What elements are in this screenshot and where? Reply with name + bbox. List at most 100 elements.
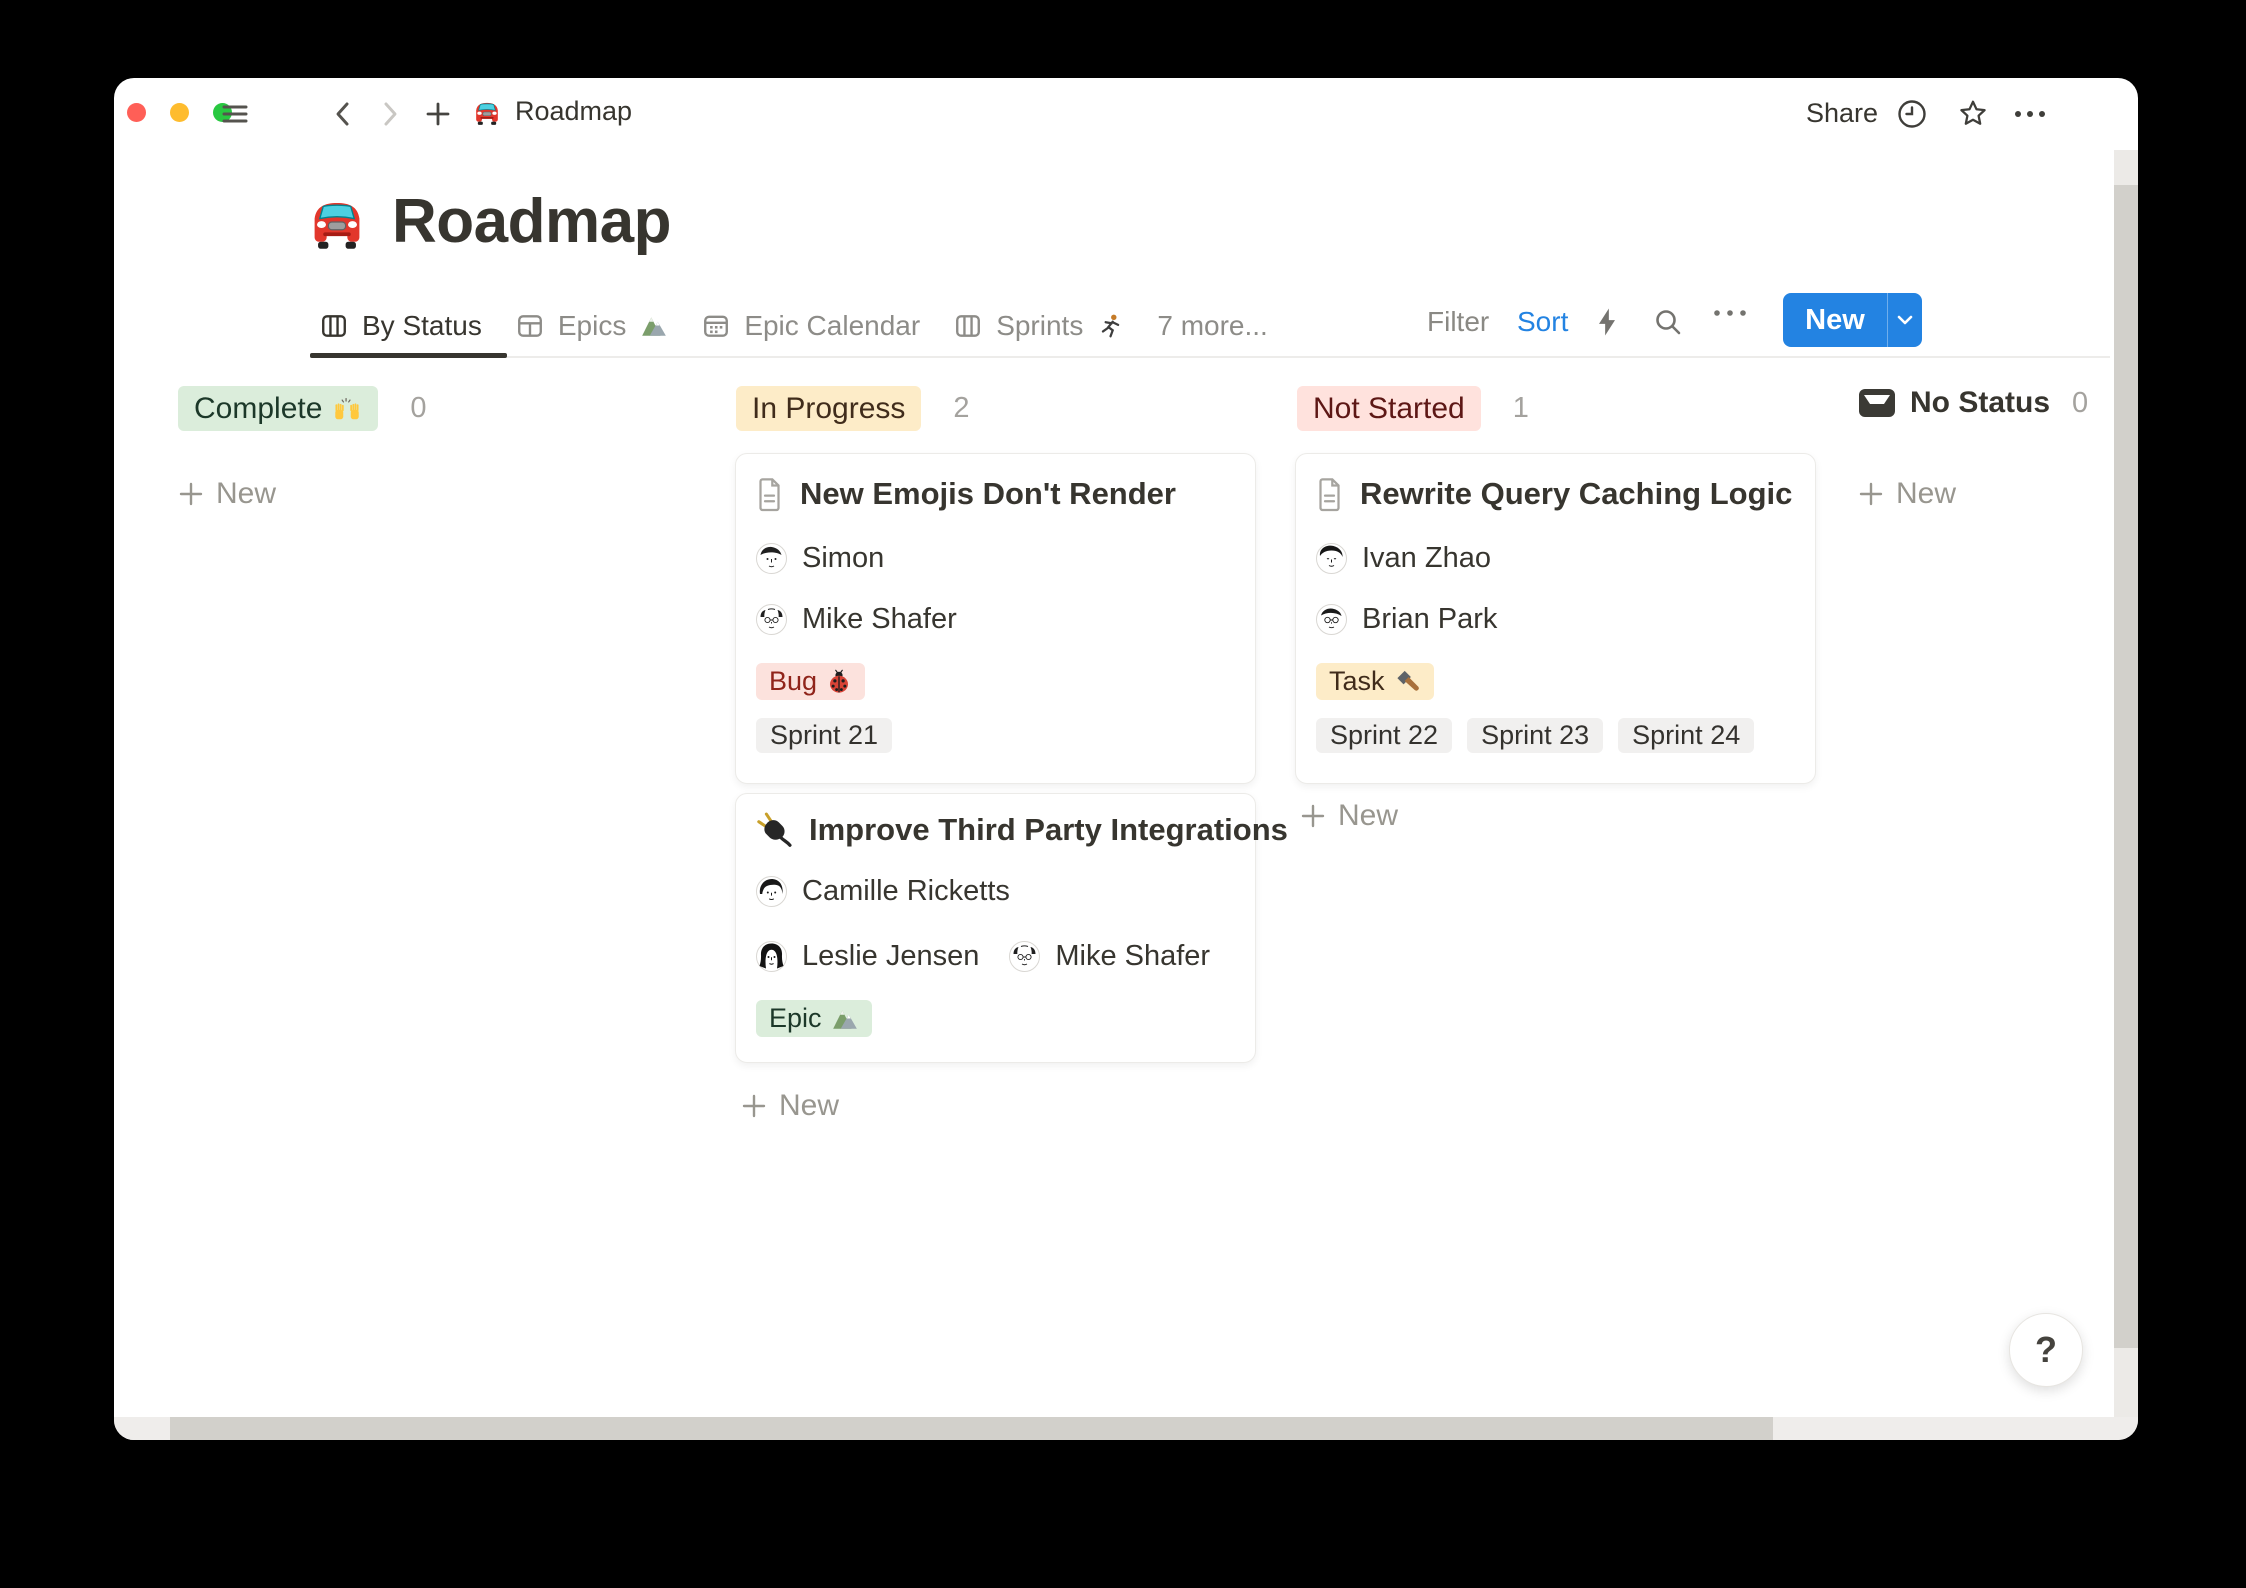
close-window-button[interactable] — [127, 103, 146, 122]
avatar-brian-park — [1316, 604, 1347, 635]
minimize-window-button[interactable] — [170, 103, 189, 122]
updates-button[interactable] — [1896, 98, 1928, 130]
person-row: Camille Ricketts — [756, 875, 1235, 908]
sprint-tag: Sprint 21 — [756, 718, 892, 753]
search-view-button[interactable] — [1652, 306, 1684, 343]
hamburger-icon — [221, 100, 249, 128]
avatar-mike-shafer — [1009, 941, 1040, 972]
breadcrumb[interactable]: Roadmap — [472, 96, 632, 127]
star-icon — [1957, 98, 1989, 130]
column-header-complete: Complete 0 — [178, 386, 427, 431]
tag-row: Task — [1316, 663, 1795, 700]
new-button[interactable]: New — [1783, 293, 1922, 347]
tag-task: Task — [1316, 663, 1434, 700]
mountain-emoji — [831, 1006, 859, 1032]
tab-label: 7 more... — [1157, 310, 1267, 342]
card-title-row: Improve Third Party Integrations — [756, 810, 1235, 850]
forward-button[interactable] — [374, 98, 406, 130]
tab-epics[interactable]: Epics — [516, 310, 668, 342]
card-new-emojis-dont-render[interactable]: New Emojis Don't Render Simon Mike Shafe… — [735, 453, 1256, 784]
page-title[interactable]: Roadmap — [306, 186, 671, 257]
add-card-complete[interactable]: New — [178, 474, 276, 514]
person-name: Mike Shafer — [1055, 940, 1210, 973]
avatar-simon — [756, 543, 787, 574]
person-name: Leslie Jensen — [802, 940, 979, 973]
page-more-button[interactable] — [2014, 98, 2046, 130]
new-dropdown-button[interactable] — [1888, 315, 1922, 325]
person-name: Ivan Zhao — [1362, 542, 1491, 575]
plus-icon — [741, 1093, 767, 1119]
card-rewrite-query-caching-logic[interactable]: Rewrite Query Caching Logic Ivan Zhao Br… — [1295, 453, 1816, 784]
car-emoji — [306, 193, 368, 251]
raised-hands-emoji — [332, 395, 362, 422]
breadcrumb-label: Roadmap — [515, 96, 632, 127]
page-title-text: Roadmap — [392, 186, 671, 257]
add-card-not-started[interactable]: New — [1300, 796, 1398, 836]
tray-icon — [1858, 387, 1896, 419]
card-improve-third-party-integrations[interactable]: Improve Third Party Integrations Camille… — [735, 793, 1256, 1063]
help-button[interactable]: ? — [2009, 1313, 2083, 1387]
status-badge[interactable]: Complete — [178, 386, 378, 431]
horizontal-scrollbar-thumb[interactable] — [170, 1417, 1773, 1440]
favorite-button[interactable] — [1957, 98, 1989, 130]
tag-epic: Epic — [756, 1000, 872, 1037]
lightning-icon — [1592, 306, 1622, 338]
automations-button[interactable] — [1592, 306, 1622, 343]
status-label: In Progress — [752, 392, 905, 426]
person-name: Simon — [802, 542, 884, 575]
tab-by-status[interactable]: By Status — [320, 310, 482, 342]
sidebar-menu-button[interactable] — [219, 98, 251, 130]
tag-label: Epic — [769, 1003, 822, 1034]
doc-icon — [1316, 477, 1343, 512]
status-label: No Status — [1910, 386, 2050, 420]
share-button[interactable]: Share — [1806, 98, 1878, 129]
back-button[interactable] — [327, 98, 359, 130]
card-title-row: Rewrite Query Caching Logic — [1316, 474, 1795, 514]
new-button-label: New — [1783, 304, 1887, 337]
view-options-button[interactable] — [1710, 306, 1750, 324]
new-page-button[interactable] — [422, 98, 454, 130]
table-icon — [516, 312, 544, 340]
chevron-left-icon — [330, 100, 356, 128]
sprint-tag: Sprint 24 — [1618, 718, 1754, 753]
tab-sprints[interactable]: Sprints — [954, 310, 1123, 342]
tab-epic-calendar[interactable]: Epic Calendar — [702, 310, 920, 342]
status-label: Not Started — [1313, 392, 1465, 426]
plus-icon — [1300, 803, 1326, 829]
column-count: 0 — [2072, 387, 2088, 420]
tag-label: Task — [1329, 666, 1385, 697]
active-tab-underline — [310, 353, 507, 358]
tab-more[interactable]: 7 more... — [1157, 310, 1267, 342]
board-icon — [954, 312, 982, 340]
doc-icon — [756, 477, 783, 512]
column-count: 0 — [410, 392, 426, 425]
person-name: Brian Park — [1362, 603, 1497, 636]
search-icon — [1652, 306, 1684, 338]
column-header-not-started: Not Started 1 — [1297, 386, 1529, 431]
person-row: Ivan Zhao — [1316, 542, 1795, 575]
board-icon — [320, 312, 348, 340]
status-badge[interactable]: In Progress — [736, 386, 921, 431]
tab-label: Epic Calendar — [744, 310, 920, 342]
tag-row: Bug — [756, 663, 1235, 700]
column-count: 2 — [953, 392, 969, 425]
filter-button[interactable]: Filter — [1427, 306, 1489, 338]
avatar-mike-shafer — [756, 604, 787, 635]
vertical-scrollbar-thumb[interactable] — [2114, 185, 2138, 1348]
sort-button[interactable]: Sort — [1517, 306, 1568, 338]
avatar-camille-ricketts — [756, 876, 787, 907]
avatar-ivan-zhao — [1316, 543, 1347, 574]
column-header-in-progress: In Progress 2 — [736, 386, 970, 431]
add-card-in-progress[interactable]: New — [741, 1086, 839, 1126]
tab-label: Sprints — [996, 310, 1083, 342]
tag-bug: Bug — [756, 663, 865, 700]
status-badge[interactable]: Not Started — [1297, 386, 1481, 431]
add-card-no-status[interactable]: New — [1858, 474, 1956, 514]
sprint-row: Sprint 22 Sprint 23 Sprint 24 — [1316, 718, 1795, 753]
view-tabs: By Status Epics Epic Calendar Sprints — [320, 300, 1268, 352]
sprint-tag: Sprint 23 — [1467, 718, 1603, 753]
plus-icon — [424, 100, 452, 128]
person-name: Camille Ricketts — [802, 875, 1010, 908]
calendar-icon — [702, 312, 730, 340]
add-card-label: New — [1896, 477, 1956, 511]
